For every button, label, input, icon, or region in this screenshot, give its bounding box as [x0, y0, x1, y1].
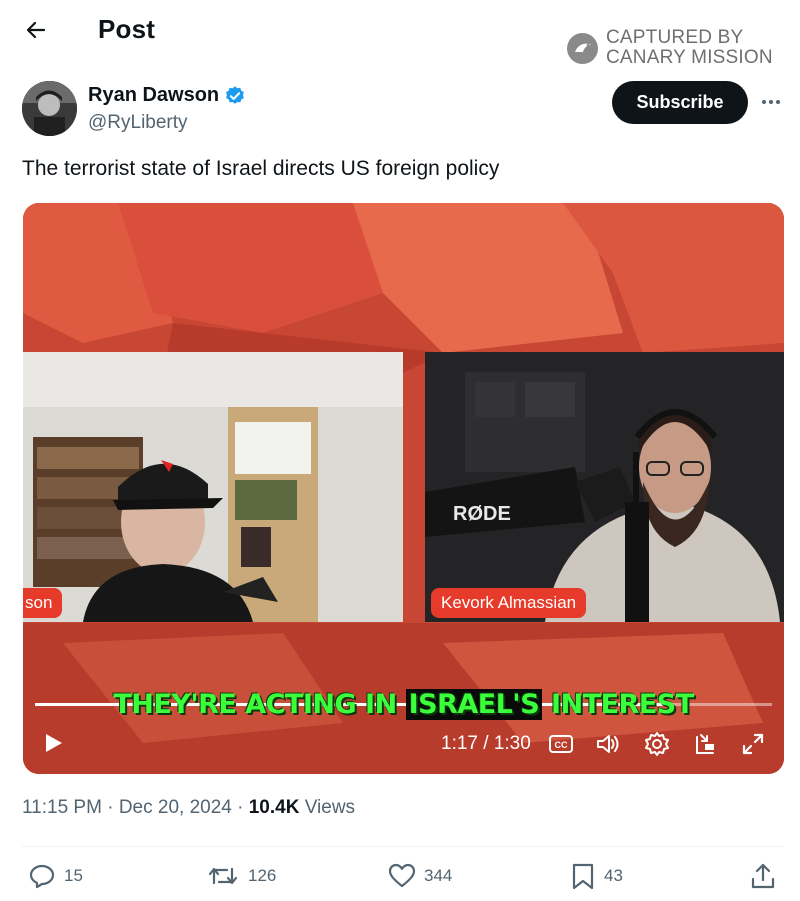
right-camera-feed: RØDE: [425, 352, 784, 622]
post-date[interactable]: Dec 20, 2024: [119, 797, 232, 818]
reply-button[interactable]: 15: [28, 862, 83, 890]
share-button[interactable]: [750, 862, 776, 890]
author-name[interactable]: Ryan Dawson: [88, 84, 219, 107]
subscribe-button[interactable]: Subscribe: [612, 81, 748, 124]
view-count: 10.4K: [248, 797, 300, 818]
bookmark-count: 43: [604, 866, 623, 885]
video-player[interactable]: RØDE son Kevork Almassian THEY'RE ACTING…: [23, 203, 784, 774]
watermark-line2: CANARY MISSION: [606, 47, 773, 68]
post-actions: 15 126 344 43: [0, 858, 800, 898]
post-text: The terrorist state of Israel directs US…: [22, 157, 500, 180]
avatar[interactable]: [22, 81, 77, 136]
rode-mic-logo: RØDE: [453, 503, 511, 525]
more-options-icon[interactable]: [758, 90, 784, 114]
video-time: 1:17 / 1:30: [441, 733, 531, 754]
fullscreen-icon[interactable]: [740, 731, 766, 757]
reply-count: 15: [64, 866, 83, 885]
repost-button[interactable]: 126: [206, 862, 276, 890]
caption-after: INTEREST: [542, 689, 694, 720]
pop-out-icon[interactable]: [693, 731, 719, 757]
repost-icon: [208, 867, 238, 885]
repost-count: 126: [248, 866, 277, 885]
play-icon[interactable]: [41, 731, 65, 755]
meta-separator: ·: [107, 797, 114, 818]
canary-mission-watermark: CAPTURED BY CANARY MISSION: [566, 28, 786, 70]
author-name-row[interactable]: Ryan Dawson: [88, 84, 246, 107]
watermark-line1: CAPTURED BY: [606, 27, 744, 48]
canary-logo-icon: [567, 33, 598, 64]
caption-highlight: ISRAEL'S: [405, 689, 543, 720]
settings-gear-icon[interactable]: [644, 731, 670, 757]
divider: [22, 846, 784, 847]
views-label: Views: [304, 797, 356, 818]
svg-text:CC: CC: [555, 740, 568, 750]
volume-icon[interactable]: [595, 731, 621, 757]
caption-before: THEY'RE ACTING IN: [113, 689, 406, 720]
heart-icon: [388, 863, 416, 888]
meta-separator: ·: [237, 797, 244, 818]
video-controls: 1:17 / 1:30 CC: [23, 723, 784, 763]
right-name-tag: Kevork Almassian: [431, 588, 587, 618]
bookmark-icon: [572, 863, 594, 890]
like-button[interactable]: 344: [388, 862, 452, 890]
back-arrow-icon[interactable]: [20, 14, 52, 46]
post-meta: 11:15 PM · Dec 20, 2024 · 10.4K Views: [22, 797, 355, 819]
reply-icon: [29, 864, 55, 889]
closed-captions-icon[interactable]: CC: [548, 731, 574, 757]
like-count: 344: [424, 866, 453, 885]
svg-text:RØDE: RØDE: [453, 503, 511, 525]
post-time[interactable]: 11:15 PM: [22, 797, 102, 818]
share-icon: [751, 863, 775, 889]
verified-badge-icon: [226, 85, 244, 104]
left-camera-feed: [23, 352, 403, 622]
left-name-tag: son: [23, 588, 63, 618]
video-caption: THEY'RE ACTING IN ISRAEL'S INTEREST: [23, 689, 784, 720]
bookmark-button[interactable]: 43: [570, 862, 623, 890]
author-handle[interactable]: @RyLiberty: [88, 112, 188, 134]
page-title: Post: [98, 14, 156, 44]
